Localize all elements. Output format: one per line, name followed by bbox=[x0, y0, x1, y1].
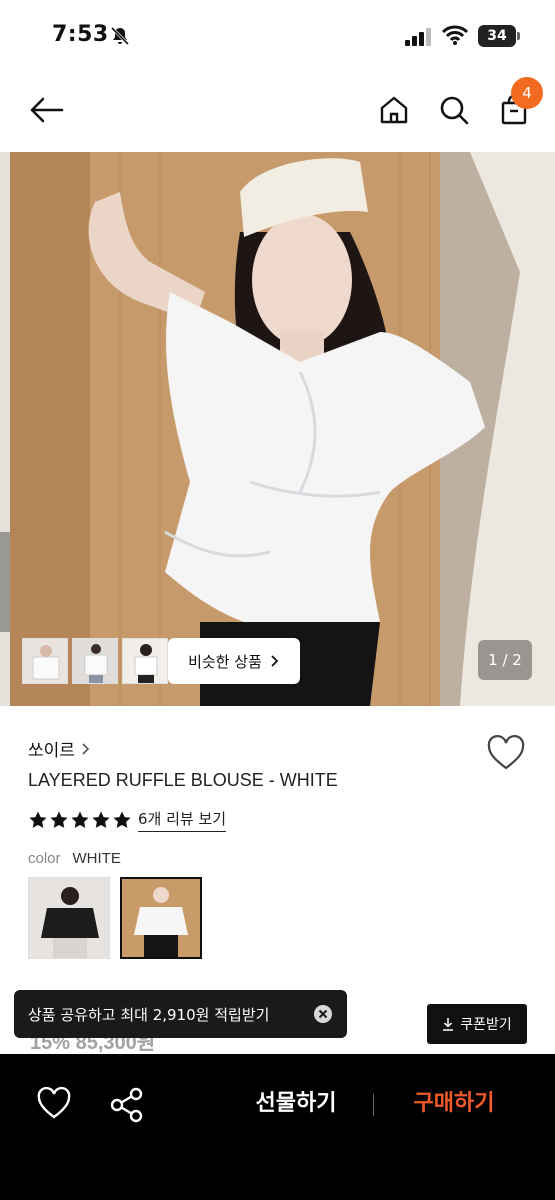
star-icon bbox=[92, 811, 110, 828]
star-icon bbox=[71, 811, 89, 828]
status-time: 7:53 bbox=[52, 22, 109, 47]
swatch-image bbox=[29, 878, 109, 958]
image-thumbnail[interactable] bbox=[122, 638, 168, 684]
star-icon bbox=[50, 811, 68, 828]
heart-icon[interactable] bbox=[36, 1086, 72, 1122]
similar-products-label: 비슷한 상품 bbox=[188, 652, 262, 671]
search-icon bbox=[440, 96, 469, 125]
toast-text: 상품 공유하고 최대 2,910원 적립받기 bbox=[28, 1005, 270, 1024]
wifi-icon bbox=[442, 25, 468, 45]
color-label: color bbox=[28, 850, 61, 867]
star-rating bbox=[28, 810, 132, 830]
buy-button[interactable]: 구매하기 bbox=[396, 1084, 512, 1124]
home-button[interactable] bbox=[374, 90, 414, 130]
thumbnail-image bbox=[73, 639, 117, 683]
bell-off-icon bbox=[110, 26, 130, 46]
back-button[interactable] bbox=[26, 90, 66, 130]
battery-indicator: 34 bbox=[478, 25, 520, 47]
signal-icon bbox=[405, 28, 431, 46]
similar-products-button[interactable]: 비슷한 상품 bbox=[168, 638, 300, 684]
image-thumbnail[interactable] bbox=[72, 638, 118, 684]
home-icon bbox=[380, 96, 408, 124]
cart-count-badge: 4 bbox=[511, 77, 543, 109]
review-link[interactable]: 6개 리뷰 보기 bbox=[138, 808, 227, 832]
product-title: LAYERED RUFFLE BLOUSE - WHITE bbox=[28, 770, 338, 790]
top-nav bbox=[0, 72, 555, 152]
star-icon bbox=[113, 811, 131, 828]
coupon-download-button[interactable]: 쿠폰받기 bbox=[427, 1004, 527, 1044]
brand-name: 쏘이르 bbox=[28, 741, 75, 761]
close-icon[interactable] bbox=[313, 1004, 333, 1024]
swatch-image bbox=[122, 879, 200, 957]
color-swatch-white[interactable] bbox=[120, 877, 202, 959]
chevron-right-icon bbox=[82, 742, 90, 755]
wishlist-heart-icon[interactable] bbox=[486, 734, 526, 774]
divider bbox=[373, 1094, 374, 1116]
thumbnail-image bbox=[23, 639, 67, 683]
download-icon bbox=[443, 1018, 454, 1031]
share-icon[interactable] bbox=[108, 1086, 146, 1124]
rating-row: 6개 리뷰 보기 bbox=[28, 808, 227, 832]
product-image-carousel[interactable]: 비슷한 상품 1 / 2 bbox=[0, 152, 555, 706]
color-swatch-black[interactable] bbox=[28, 877, 110, 959]
image-thumbnail[interactable] bbox=[22, 638, 68, 684]
bottom-action-bar: 선물하기 구매하기 bbox=[0, 1054, 555, 1200]
brand-link[interactable]: 쏘이르 bbox=[28, 736, 91, 761]
product-photo bbox=[0, 152, 555, 706]
gift-button[interactable]: 선물하기 bbox=[238, 1084, 354, 1124]
arrow-left-icon bbox=[30, 97, 64, 123]
status-bar: 7:53 34 bbox=[0, 0, 555, 72]
coupon-label: 쿠폰받기 bbox=[460, 1017, 512, 1033]
image-page-indicator: 1 / 2 bbox=[478, 640, 532, 680]
share-reward-toast: 상품 공유하고 최대 2,910원 적립받기 bbox=[14, 990, 347, 1038]
search-button[interactable] bbox=[434, 90, 474, 130]
color-swatches bbox=[28, 877, 202, 959]
image-thumbnail-strip bbox=[22, 638, 168, 684]
color-option-row: color WHITE bbox=[28, 850, 121, 867]
chevron-right-icon bbox=[271, 655, 279, 667]
color-value: WHITE bbox=[72, 850, 121, 867]
thumbnail-image bbox=[123, 639, 167, 683]
star-icon bbox=[29, 811, 47, 828]
